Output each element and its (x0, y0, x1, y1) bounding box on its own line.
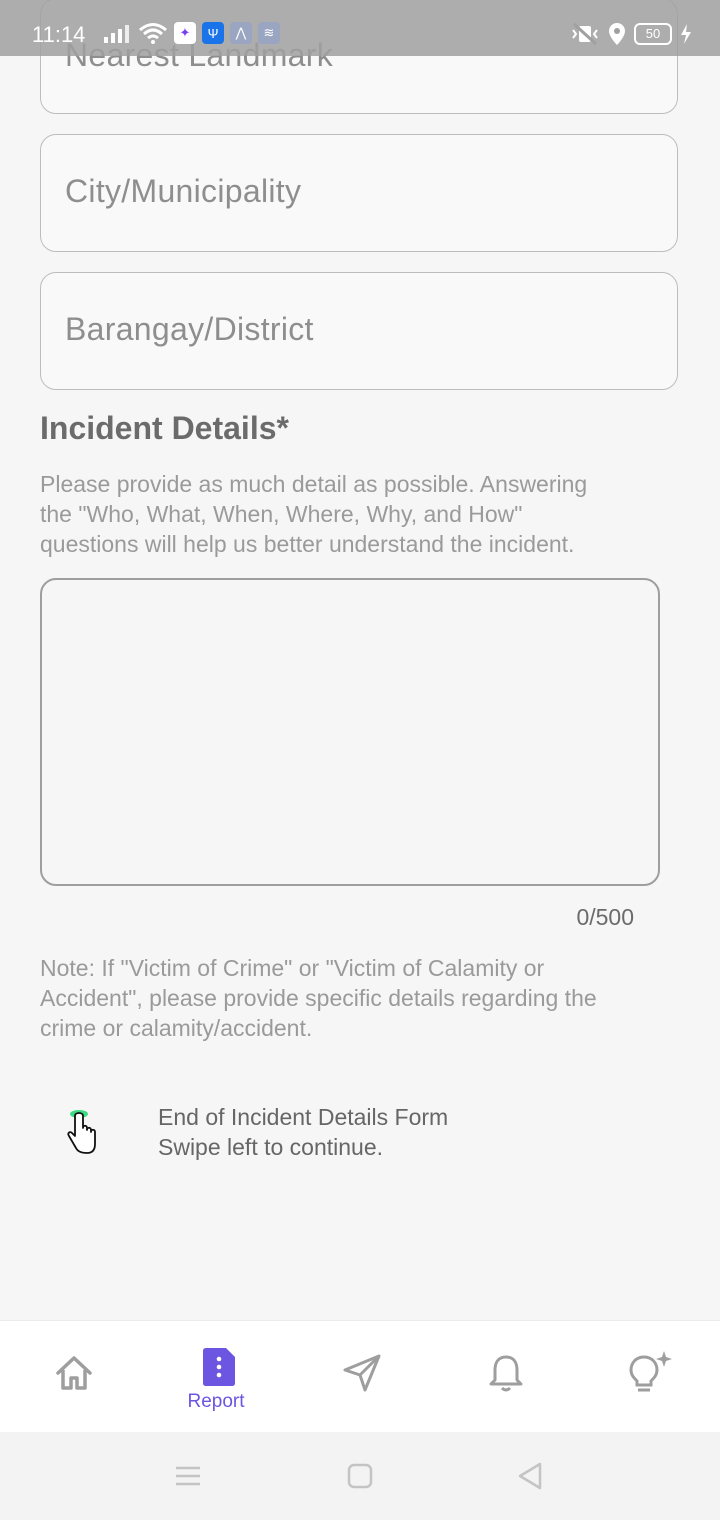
usb-icon: Ψ (202, 22, 224, 44)
app-icon: ⋀ (230, 22, 252, 44)
signal-icon (104, 25, 129, 43)
vibrate-off-icon (572, 22, 598, 46)
report-icon (203, 1348, 235, 1386)
menu-icon[interactable] (174, 1464, 202, 1488)
battery-indicator: 50 (634, 23, 672, 45)
note-line: Accident", please provide specific detai… (40, 985, 597, 1011)
incident-help-line: questions will help us better understand… (40, 531, 575, 557)
note-text: Note: If "Victim of Crime" or "Victim of… (40, 953, 680, 1043)
status-left-icons: ✦ Ψ ⋀ ≋ (102, 22, 280, 44)
note-line: Note: If "Victim of Crime" or "Victim of… (40, 955, 545, 981)
city-municipality-field[interactable]: City/Municipality (40, 134, 678, 252)
bottom-navigation: Report (0, 1320, 720, 1433)
end-hint-line: End of Incident Details Form (158, 1104, 449, 1130)
status-bar: 11:14 ✦ Ψ ⋀ ≋ 50 (0, 0, 720, 56)
nav-report[interactable]: Report (166, 1321, 266, 1433)
barangay-district-field[interactable]: Barangay/District (40, 272, 678, 390)
charging-icon (681, 24, 691, 44)
location-icon (609, 23, 625, 45)
nav-tips[interactable] (598, 1321, 698, 1433)
send-icon (343, 1354, 381, 1392)
incident-help-line: Please provide as much detail as possibl… (40, 471, 588, 497)
nav-notifications[interactable] (454, 1321, 554, 1433)
home-icon (56, 1356, 92, 1390)
nav-report-label: Report (187, 1391, 245, 1412)
incident-help-text: Please provide as much detail as possibl… (40, 469, 680, 559)
end-hint-line: Swipe left to continue. (158, 1134, 384, 1160)
back-icon[interactable] (516, 1461, 544, 1491)
bell-icon (489, 1355, 523, 1392)
messenger-icon: ✦ (174, 22, 196, 44)
note-line: crime or calamity/accident. (40, 1015, 313, 1041)
city-municipality-placeholder: City/Municipality (65, 173, 302, 209)
layers-icon: ≋ (258, 22, 280, 44)
barangay-district-placeholder: Barangay/District (65, 311, 314, 347)
status-right-icons: 50 (570, 22, 692, 46)
status-time: 11:14 (32, 22, 86, 47)
bulb-icon (629, 1351, 672, 1392)
nav-home[interactable] (22, 1321, 122, 1433)
incident-details-title: Incident Details* (40, 410, 289, 446)
incident-details-textarea[interactable] (40, 578, 660, 886)
character-counter: 0/500 (576, 904, 634, 930)
swipe-hand-icon (67, 1110, 96, 1154)
end-of-form-hint: End of Incident Details Form Swipe left … (158, 1102, 448, 1162)
nav-send[interactable] (310, 1321, 410, 1433)
home-square-icon[interactable] (346, 1462, 374, 1490)
system-navigation-bar (0, 1432, 720, 1520)
wifi-icon (139, 23, 167, 44)
incident-help-line: the "Who, What, When, Where, Why, and Ho… (40, 501, 523, 527)
